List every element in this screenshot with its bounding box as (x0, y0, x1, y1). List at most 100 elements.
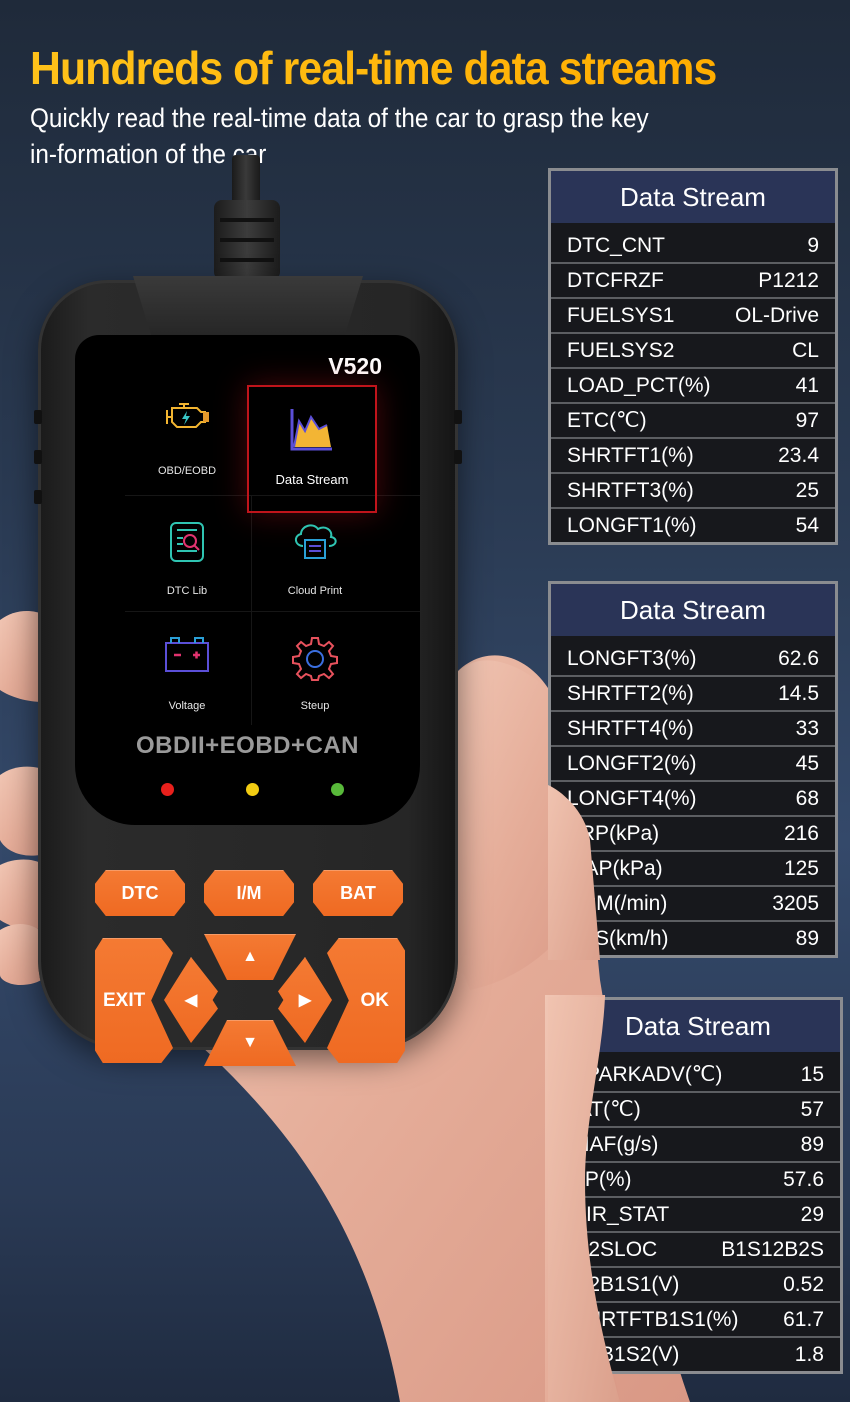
data-stream-row: SHRTFTB1S1(%) 61.7 (556, 1303, 840, 1338)
data-stream-row: FUELSYS2 CL (551, 334, 835, 369)
parameter-value: 57 (800, 1097, 824, 1121)
parameter-name: LONGFT2(%) (567, 751, 697, 775)
menu-label: Voltage (168, 700, 206, 712)
parameter-value: 125 (783, 856, 819, 880)
parameter-value: 216 (783, 821, 819, 845)
led-red (161, 783, 174, 796)
parameter-value: OL-Drive (734, 303, 819, 327)
device-screen: V520 OBD/EOBD Data Stream DTC Lib Cloud … (75, 335, 420, 825)
panel-title: Data Stream (551, 584, 835, 636)
led-green (331, 783, 344, 796)
parameter-value: 61.7 (783, 1307, 824, 1331)
parameter-value: 68 (795, 786, 819, 810)
parameter-name: ETC(℃) (567, 409, 647, 432)
data-stream-row: TP(%) 57.6 (556, 1163, 840, 1198)
data-stream-row: O2B1S2(V) 1.8 (556, 1338, 840, 1371)
bat-button[interactable]: BAT (313, 870, 403, 916)
up-arrow-icon: ▲ (242, 948, 258, 965)
parameter-name: MAP(kPa) (567, 856, 663, 880)
parameter-value: 29 (800, 1202, 824, 1226)
subtitle: Quickly read the real-time data of the c… (30, 103, 649, 169)
data-stream-row: LOAD_PCT(%) 41 (551, 369, 835, 404)
menu-tile-cloud-print[interactable]: Cloud Print (251, 500, 379, 615)
panel-title: Data Stream (556, 1000, 840, 1052)
document-search-icon (170, 522, 204, 562)
parameter-value: 54 (795, 513, 819, 537)
parameter-name: SHRTFT3(%) (567, 478, 694, 502)
data-stream-row: SPARKADV(℃) 15 (556, 1058, 840, 1093)
data-stream-row: FUELSYS1 OL-Drive (551, 299, 835, 334)
parameter-name: TP(%) (572, 1167, 632, 1191)
menu-tile-data-stream[interactable]: Data Stream (247, 385, 377, 513)
menu-tile-dtc-lib[interactable]: DTC Lib (123, 500, 251, 615)
data-stream-row: O2B1S1(V) 0.52 (556, 1268, 840, 1303)
parameter-name: O2SLOC (572, 1237, 658, 1261)
parameter-value: CL (792, 338, 819, 362)
up-arrow-button[interactable]: ▲ (204, 934, 296, 980)
parameter-name: SPARKADV(℃) (572, 1063, 723, 1086)
parameter-value: 57.6 (783, 1167, 824, 1191)
down-arrow-button[interactable]: ▼ (204, 1020, 296, 1066)
data-stream-row: SHRTFT1(%) 23.4 (551, 439, 835, 474)
parameter-name: DTC_CNT (567, 233, 665, 257)
parameter-value: 62.6 (778, 646, 819, 670)
parameter-name: LONGFT4(%) (567, 786, 697, 810)
parameter-name: FRP(kPa) (567, 821, 660, 845)
down-arrow-icon: ▼ (242, 1034, 258, 1051)
data-stream-row: LONGFT2(%) 45 (551, 747, 835, 782)
parameter-name: SHRTFT4(%) (567, 716, 694, 740)
parameter-value: 33 (795, 716, 819, 740)
data-stream-row: SHRTFT3(%) 25 (551, 474, 835, 509)
data-stream-row: LONGFT4(%) 68 (551, 782, 835, 817)
gear-icon (292, 637, 338, 681)
data-stream-row: IAT(℃) 57 (556, 1093, 840, 1128)
menu-label: Cloud Print (287, 585, 343, 597)
parameter-value: 14.5 (778, 681, 819, 705)
parameter-value: P1212 (758, 268, 819, 292)
menu-tile-voltage[interactable]: Voltage (123, 615, 251, 730)
parameter-value: 89 (795, 926, 819, 950)
chart-area-icon (290, 409, 332, 451)
obd-scanner-device: V520 OBD/EOBD Data Stream DTC Lib Cloud … (34, 276, 462, 1066)
dtc-button[interactable]: DTC (95, 870, 185, 916)
exit-button[interactable]: EXIT (95, 938, 173, 1063)
parameter-value: 1.8 (794, 1342, 824, 1366)
menu-label: Steup (300, 700, 330, 712)
im-button[interactable]: I/M (204, 870, 294, 916)
data-stream-row: DTC_CNT 9 (551, 229, 835, 264)
cloud-print-icon (295, 524, 337, 559)
parameter-value: 15 (800, 1062, 824, 1086)
battery-icon (165, 637, 209, 672)
data-stream-row: SHRTFT2(%) 14.5 (551, 677, 835, 712)
parameter-value: 25 (795, 478, 819, 502)
cable-strain-relief (214, 200, 280, 280)
menu-tile-obd-eobd[interactable]: OBD/EOBD (123, 380, 251, 495)
engine-check-icon (166, 403, 209, 428)
right-arrow-icon: ▶ (298, 992, 312, 1009)
parameter-name: LOAD_PCT(%) (567, 373, 711, 397)
data-stream-row: O2SLOC B1S12B2S (556, 1233, 840, 1268)
menu-label: DTC Lib (166, 585, 208, 597)
data-stream-row: MAP(kPa) 125 (551, 852, 835, 887)
data-stream-row: LONGFT3(%) 62.6 (551, 642, 835, 677)
parameter-name: O2B1S1(V) (572, 1272, 680, 1296)
data-stream-panel-1: Data Stream DTC_CNT 9 DTCFRZF P1212 FUELSYS1… (548, 168, 838, 545)
model-label: V520 (328, 353, 382, 379)
parameter-name: IAT(℃) (572, 1098, 641, 1121)
menu-tile-setup[interactable]: Steup (251, 615, 379, 730)
menu-label: Data Stream (275, 472, 349, 487)
side-grip (34, 490, 42, 504)
left-arrow-button[interactable]: ◀ (164, 957, 218, 1043)
parameter-value: 23.4 (778, 443, 819, 467)
side-grip (34, 450, 42, 464)
data-stream-panel-3: Data Stream SPARKADV(℃) 15 IAT(℃) 57 MAF(g/s… (553, 997, 843, 1374)
parameter-value: 97 (795, 408, 819, 432)
side-grip (454, 450, 462, 464)
protocol-label: OBDII+EOBD+CAN (135, 732, 360, 759)
parameter-name: O2B1S2(V) (572, 1342, 680, 1366)
parameter-value: 0.52 (783, 1272, 824, 1296)
menu-label: OBD/EOBD (157, 465, 217, 477)
data-stream-row: DTCFRZF P1212 (551, 264, 835, 299)
right-arrow-button[interactable]: ▶ (278, 957, 332, 1043)
ok-button[interactable]: OK (327, 938, 405, 1063)
